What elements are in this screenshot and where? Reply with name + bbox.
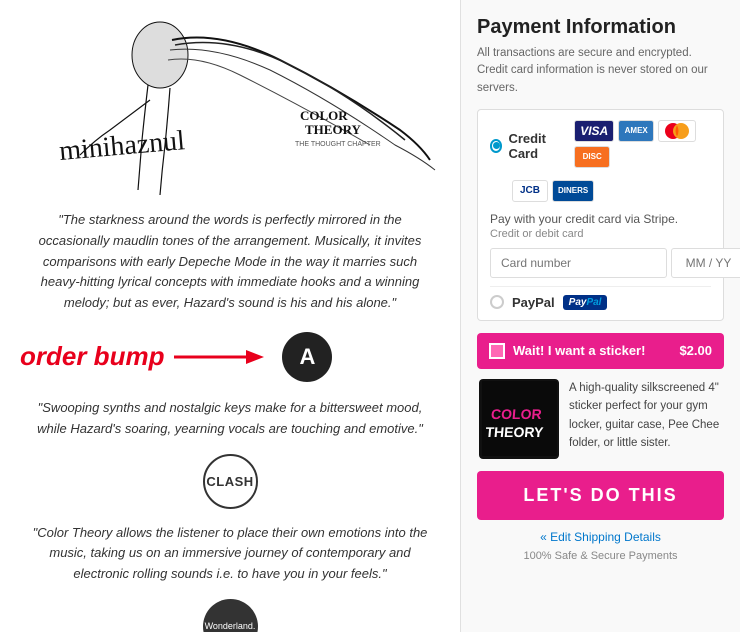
sticker-image: COLOR THEORY [479, 379, 559, 459]
sticker-description: A high-quality silkscreened 4" sticker p… [569, 379, 722, 459]
clash-label: CLASH [206, 474, 253, 489]
clash-badge: CLASH [203, 454, 258, 509]
order-bump-label: order bump [20, 341, 164, 372]
card-expiry-input[interactable] [671, 248, 740, 278]
svg-text:THE THOUGHT CHAPTER: THE THOUGHT CHAPTER [295, 141, 381, 148]
card-number-input[interactable] [490, 248, 667, 278]
payment-subtitle: All transactions are secure and encrypte… [477, 45, 724, 97]
order-bump-section: order bump A [0, 324, 460, 390]
diners-logo: DINERS [552, 180, 594, 202]
credit-debit-text: Credit or debit card [490, 228, 711, 240]
right-panel: Payment Information All transactions are… [460, 0, 740, 632]
svg-text:THEORY: THEORY [484, 424, 544, 440]
discover-logo: DISC [574, 146, 610, 168]
bump-cta-title: Wait! I want a sticker! [513, 343, 671, 358]
svg-text:COLOR: COLOR [490, 406, 542, 422]
album-art: minihaznul COLOR THEORY THE THOUGHT CHAP… [0, 0, 460, 200]
review-2: "Swooping synths and nostalgic keys make… [0, 390, 460, 448]
credit-card-label: Credit Card [508, 131, 568, 161]
stripe-text: Pay with your credit card via Stripe. [490, 212, 711, 226]
paypal-label: PayPal [512, 295, 555, 310]
paypal-radio[interactable] [490, 295, 504, 309]
cta-button[interactable]: LET'S DO THIS [477, 471, 724, 520]
review-3: "Color Theory allows the listener to pla… [0, 515, 460, 593]
secure-payments-text: 100% Safe & Secure Payments [477, 550, 724, 562]
visa-logo: VISA [574, 120, 614, 142]
payment-title: Payment Information [477, 16, 724, 39]
wonderland-label: Wonderland. [205, 621, 256, 631]
card-input-row [490, 248, 711, 278]
logo-a-letter: A [300, 344, 316, 370]
radio-selected-dot [493, 142, 500, 149]
bump-price: $2.00 [679, 343, 712, 358]
credit-card-method-row[interactable]: Credit Card VISA AMEX DISC [490, 120, 711, 172]
svg-text:THEORY: THEORY [305, 122, 361, 137]
order-bump-cta-box[interactable]: Wait! I want a sticker! $2.00 [477, 333, 724, 369]
left-panel: minihaznul COLOR THEORY THE THOUGHT CHAP… [0, 0, 460, 632]
sticker-section: COLOR THEORY A high-quality silkscreened… [477, 379, 724, 459]
edit-shipping-link[interactable]: « Edit Shipping Details [477, 530, 724, 544]
credit-card-radio[interactable] [490, 139, 502, 153]
clash-badge-container: CLASH [0, 448, 460, 515]
paypal-method-row[interactable]: PayPal PayPal [490, 286, 711, 310]
amex-logo: AMEX [618, 120, 654, 142]
wonderland-badge-container: Wonderland. [0, 593, 460, 632]
card-logos: VISA AMEX DISC [574, 120, 711, 168]
brand-logo-circle: A [282, 332, 332, 382]
payment-methods-box: Credit Card VISA AMEX DISC JCB DINERS [477, 109, 724, 321]
bump-checkbox[interactable] [489, 343, 505, 359]
mastercard-logo [658, 120, 696, 142]
arrow-icon [174, 343, 264, 371]
wonderland-badge: Wonderland. [203, 599, 258, 632]
review-1: "The starkness around the words is perfe… [0, 200, 460, 324]
jcb-logo: JCB [512, 180, 548, 202]
svg-text:COLOR: COLOR [300, 108, 348, 123]
paypal-badge: PayPal [563, 295, 608, 310]
